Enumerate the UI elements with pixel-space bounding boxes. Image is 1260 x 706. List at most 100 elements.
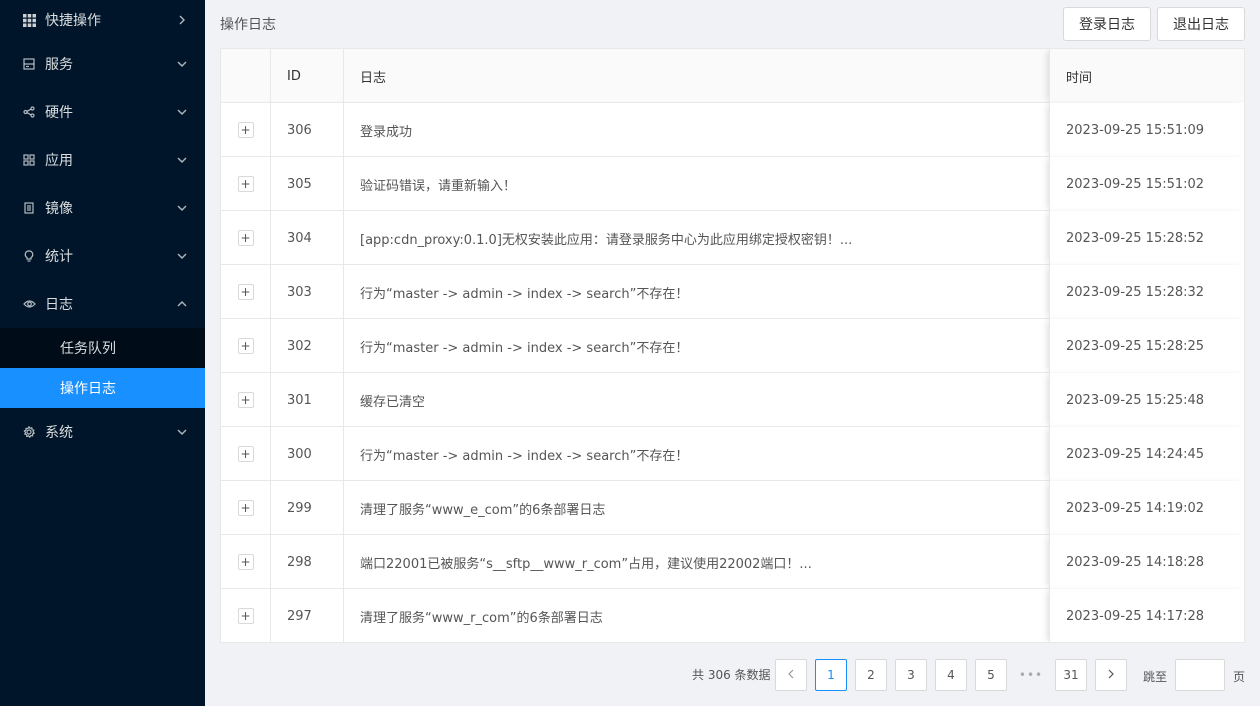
grid-icon <box>22 13 36 27</box>
sidebar-item-logs[interactable]: 日志 <box>0 280 205 328</box>
expand-cell: + <box>221 427 271 481</box>
row-id: 299 <box>271 481 344 535</box>
chevron-down-icon <box>177 107 187 117</box>
sidebar-item-label: 快捷操作 <box>45 13 101 29</box>
table-row: +298 端口22001已被服务“s__sftp__www_r_com”占用，建议… <box>221 535 1244 589</box>
expand-row-button[interactable]: + <box>237 500 254 516</box>
table-row: +303 行为“master -> admin -> index -> searc… <box>221 265 1244 319</box>
row-log: 行为“master -> admin -> index -> search”不存… <box>360 340 689 356</box>
row-time: 2023-09-25 15:51:02 <box>1049 157 1244 211</box>
row-log: 缓存已清空 <box>360 394 426 410</box>
chevron-right-icon <box>177 15 187 25</box>
table-row: +301 缓存已清空 2023-09-25 15:25:48 <box>221 373 1244 427</box>
sidebar-item-label: 应用 <box>45 153 73 169</box>
pagination-page-4[interactable]: 4 <box>935 659 967 691</box>
sidebar-item-images[interactable]: 镜像 <box>0 184 205 232</box>
table-row: +302 行为“master -> admin -> index -> searc… <box>221 319 1244 373</box>
server-icon <box>22 57 36 71</box>
chevron-right-icon <box>1107 668 1115 682</box>
pagination-prev-button[interactable] <box>775 659 807 691</box>
sidebar-item-operation-log[interactable]: 操作日志 <box>0 368 205 408</box>
column-header-id: ID <box>271 49 344 103</box>
expand-row-button[interactable]: + <box>237 122 254 138</box>
table-row: +306 登录成功 2023-09-25 15:51:09 <box>221 103 1244 157</box>
pagination-page-1[interactable]: 1 <box>815 659 847 691</box>
row-id: 303 <box>271 265 344 319</box>
column-header-log: 日志 <box>360 70 387 86</box>
row-log: 行为“master -> admin -> index -> search”不存… <box>360 286 689 302</box>
pagination-page-2[interactable]: 2 <box>855 659 887 691</box>
row-time: 2023-09-25 15:25:48 <box>1049 373 1244 427</box>
expand-row-button[interactable]: + <box>237 554 254 570</box>
pagination-next-button[interactable] <box>1095 659 1127 691</box>
expand-cell: + <box>221 211 271 265</box>
sidebar-item-apps[interactable]: 应用 <box>0 136 205 184</box>
logs-submenu: 任务队列 操作日志 <box>0 328 205 408</box>
row-log: 验证码错误，请重新输入！ <box>360 178 517 194</box>
chevron-left-icon <box>787 668 795 682</box>
row-time: 2023-09-25 14:18:28 <box>1049 535 1244 589</box>
sidebar-item-label: 系统 <box>45 425 73 441</box>
pagination-ellipsis[interactable]: ••• <box>1015 659 1047 691</box>
apps-icon <box>22 153 36 167</box>
expand-row-button[interactable]: + <box>237 230 254 246</box>
chevron-up-icon <box>177 299 187 309</box>
login-log-button[interactable]: 登录日志 <box>1063 7 1151 41</box>
sidebar: 快捷操作 服务 硬件 应用 镜像 统计 日志 任务队列 操作日志 系统 <box>0 0 205 706</box>
share-icon <box>22 105 36 119</box>
log-table: ID 日志 时间 +306 登录成功 2023-09-25 15:51:09 +305… <box>220 48 1245 643</box>
table-row: +304 [app:cdn_proxy:0.1.0]无权安装此应用：请登录服务中心… <box>221 211 1244 265</box>
expand-row-button[interactable]: + <box>237 608 254 624</box>
sidebar-item-system[interactable]: 系统 <box>0 408 205 456</box>
row-id: 305 <box>271 157 344 211</box>
table-row: +299 清理了服务“www_e_com”的6条部署日志 2023-09-25 14… <box>221 481 1244 535</box>
row-time: 2023-09-25 15:51:09 <box>1049 103 1244 157</box>
row-log: 登录成功 <box>360 124 413 140</box>
sidebar-item-services[interactable]: 服务 <box>0 40 205 88</box>
table-row: +305 验证码错误，请重新输入！ 2023-09-25 15:51:02 <box>221 157 1244 211</box>
expand-row-button[interactable]: + <box>237 392 254 408</box>
row-id: 306 <box>271 103 344 157</box>
chevron-down-icon <box>177 203 187 213</box>
sidebar-item-stats[interactable]: 统计 <box>0 232 205 280</box>
sidebar-item-label: 硬件 <box>45 105 73 121</box>
row-log: [app:cdn_proxy:0.1.0]无权安装此应用：请登录服务中心为此应用… <box>360 232 853 248</box>
document-icon <box>22 201 36 215</box>
row-time: 2023-09-25 14:19:02 <box>1049 481 1244 535</box>
expand-row-button[interactable]: + <box>237 446 254 462</box>
table-header: ID 日志 时间 <box>221 49 1244 103</box>
jump-page-input[interactable] <box>1175 659 1225 691</box>
jump-suffix: 页 <box>1233 670 1246 684</box>
chevron-down-icon <box>177 251 187 261</box>
jump-label: 跳至 <box>1143 670 1168 684</box>
row-log: 行为“master -> admin -> index -> search”不存… <box>360 448 689 464</box>
column-header-time: 时间 <box>1049 49 1244 103</box>
row-log: 清理了服务“www_r_com”的6条部署日志 <box>360 610 603 626</box>
logout-log-button[interactable]: 退出日志 <box>1157 7 1245 41</box>
pagination-page-3[interactable]: 3 <box>895 659 927 691</box>
row-id: 304 <box>271 211 344 265</box>
row-id: 298 <box>271 535 344 589</box>
expand-cell: + <box>221 589 271 642</box>
sidebar-item-hardware[interactable]: 硬件 <box>0 88 205 136</box>
chevron-down-icon <box>177 155 187 165</box>
main-content: 操作日志 登录日志 退出日志 ID 日志 时间 +306 登录成功 2023-09-… <box>205 0 1260 706</box>
row-id: 300 <box>271 427 344 481</box>
sidebar-item-quick-actions[interactable]: 快捷操作 <box>0 0 205 40</box>
expand-cell: + <box>221 373 271 427</box>
pagination-last-page[interactable]: 31 <box>1055 659 1087 691</box>
row-time: 2023-09-25 14:17:28 <box>1049 589 1244 642</box>
expand-cell: + <box>221 319 271 373</box>
row-id: 301 <box>271 373 344 427</box>
expand-cell: + <box>221 265 271 319</box>
sidebar-item-label: 日志 <box>45 297 73 313</box>
pagination-page-5[interactable]: 5 <box>975 659 1007 691</box>
page-title: 操作日志 <box>220 17 276 33</box>
chevron-down-icon <box>177 59 187 69</box>
expand-cell: + <box>221 535 271 589</box>
expand-row-button[interactable]: + <box>237 338 254 354</box>
sidebar-item-task-queue[interactable]: 任务队列 <box>0 328 205 368</box>
row-id: 297 <box>271 589 344 642</box>
expand-row-button[interactable]: + <box>237 284 254 300</box>
expand-row-button[interactable]: + <box>237 176 254 192</box>
